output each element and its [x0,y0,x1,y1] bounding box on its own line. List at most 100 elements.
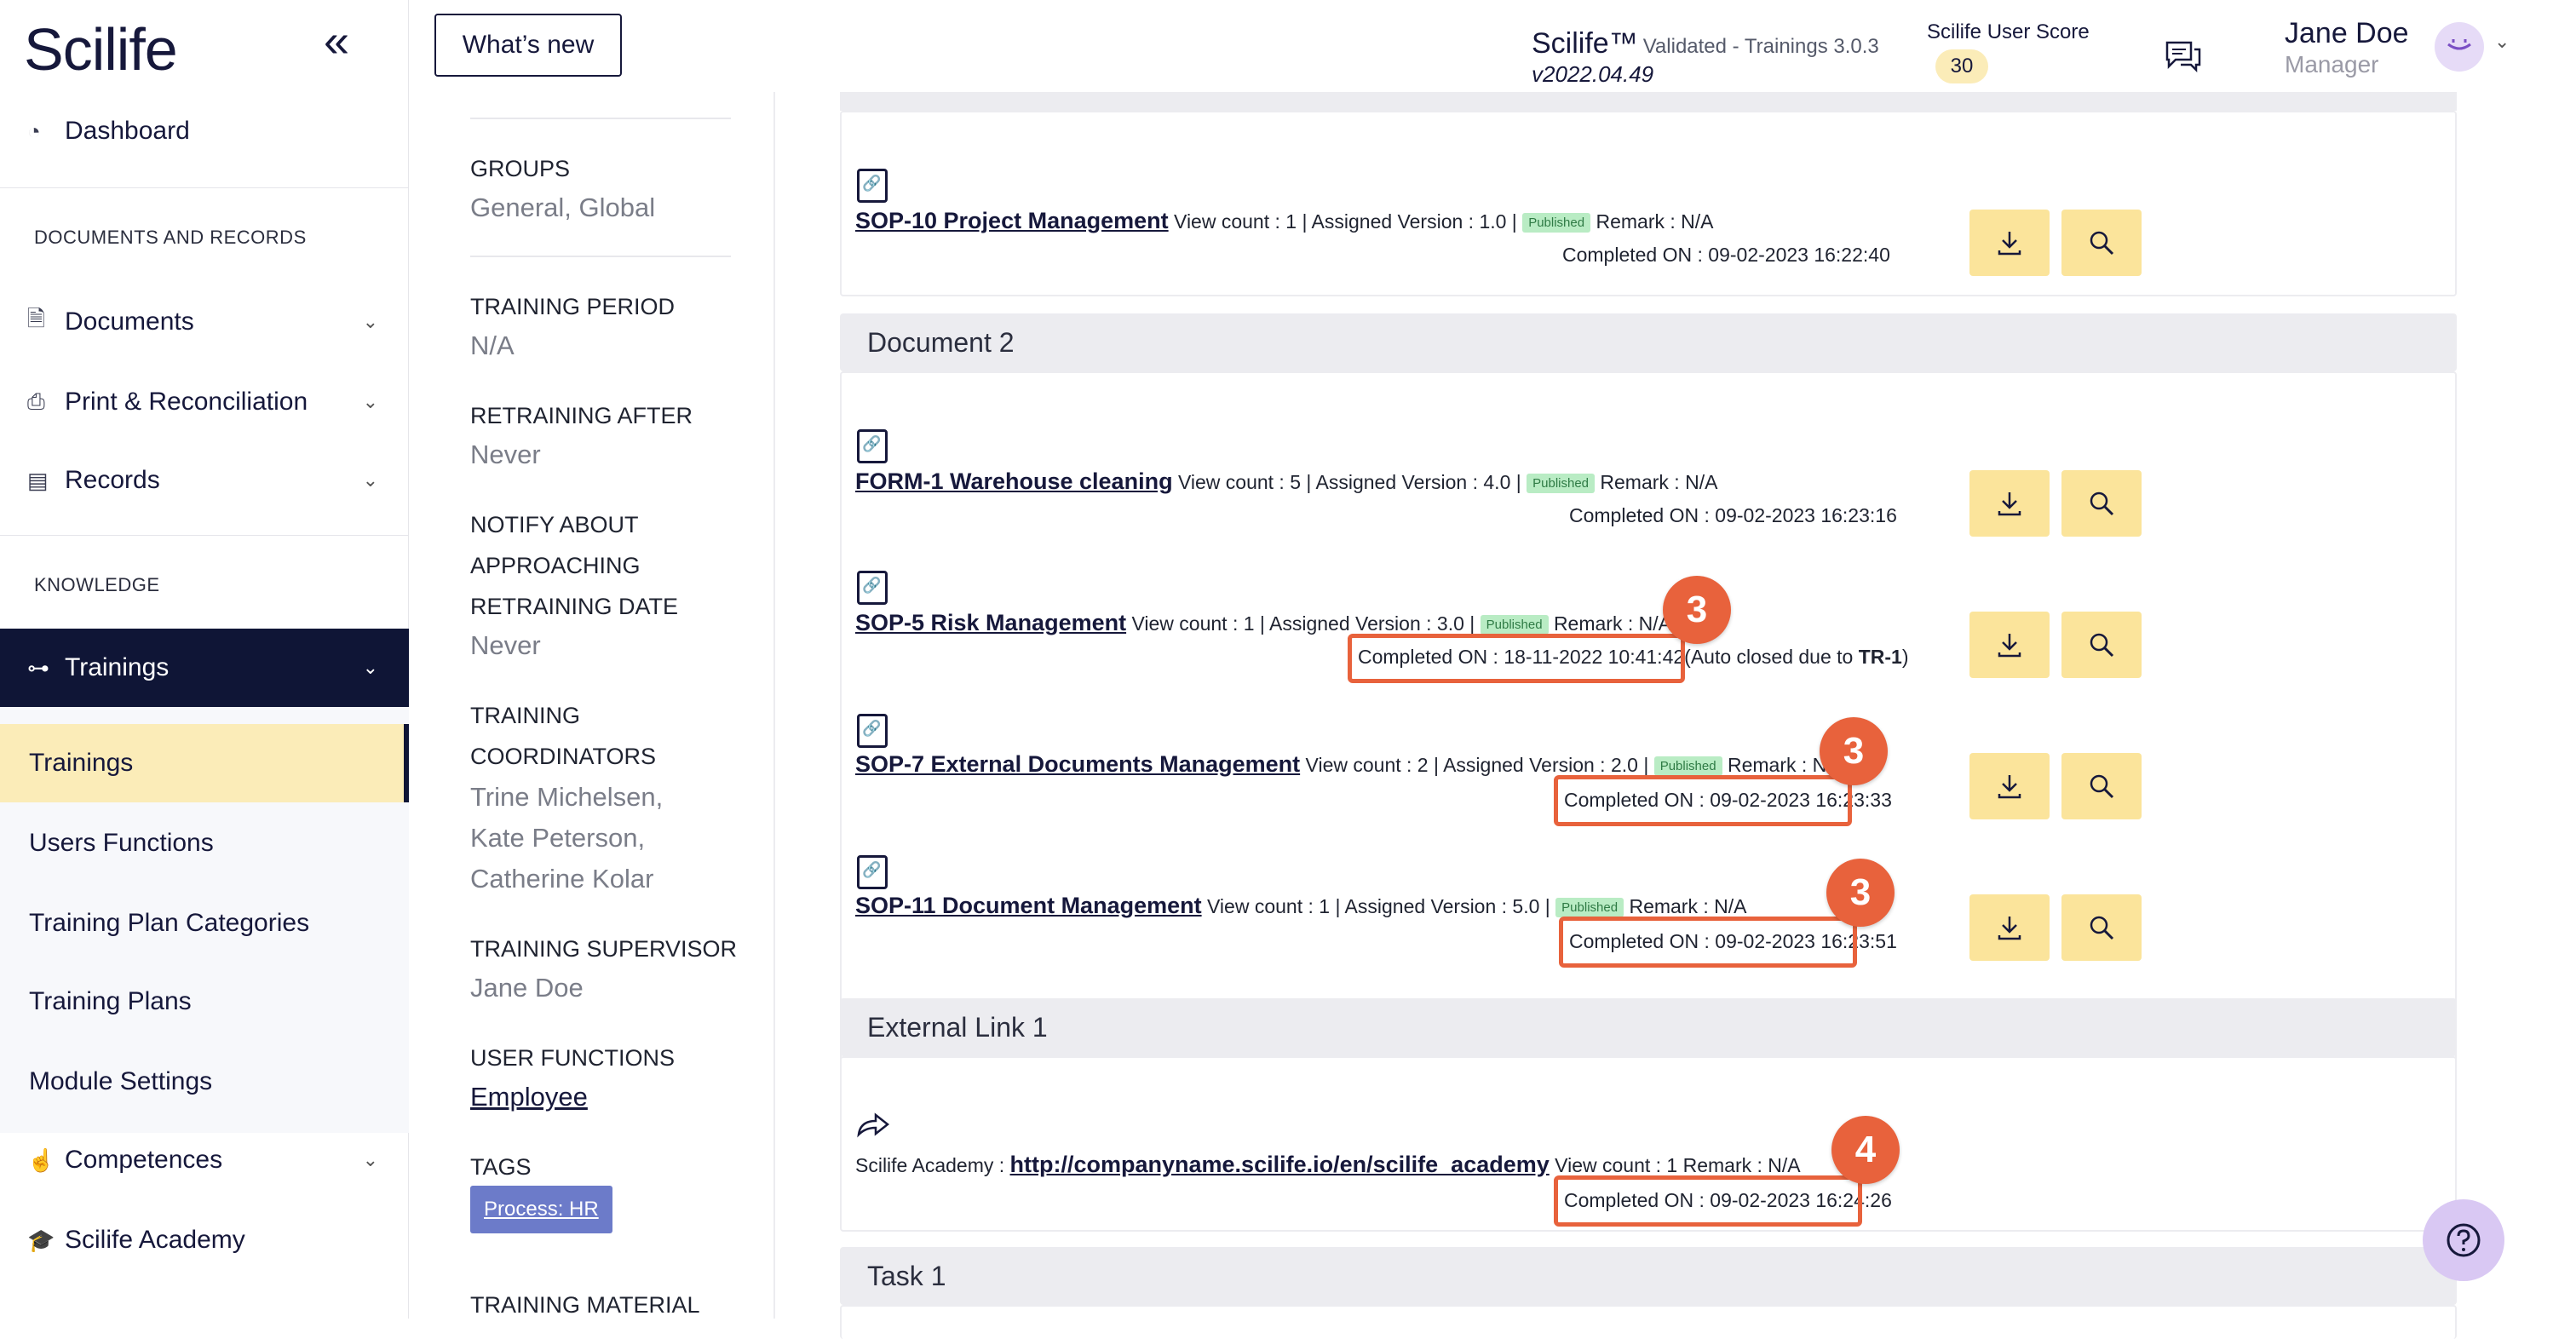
document-title-link[interactable]: SOP-11 Document Management [855,893,1202,918]
external-link-url[interactable]: http://companyname.scilife.io/en/scilife… [1010,1152,1550,1177]
coordinator-value: Trine Michelsen, [470,782,664,812]
chevron-down-icon: ⌄ [362,1149,378,1170]
sidebar-item-documents[interactable]: 🗎 Documents ⌄ [0,284,409,359]
document-remark: Remark : N/A [1629,895,1747,917]
top-header: What’s new Scilife™ Validated - Trainings… [409,0,2576,92]
auto-closed-note: (Auto closed due to [1684,646,1854,668]
notify-label: APPROACHING [470,553,641,578]
search-icon [2090,916,2114,940]
submenu-item-module-settings[interactable]: Module Settings [0,1043,409,1121]
document-remark: Remark : N/A [1553,612,1671,635]
user-score-label: Scilife User Score [1927,20,2090,43]
document-title-link[interactable]: SOP-5 Risk Management [855,610,1126,635]
view-button[interactable] [2061,470,2142,537]
user-role: Manager [2285,51,2379,78]
completed-on: Completed ON : 09-02-2023 16:22:40 [1562,244,1890,266]
sidebar-item-print-reconciliation[interactable]: ⎙ Print & Reconciliation ⌄ [0,365,409,440]
download-button[interactable] [1969,753,2050,819]
training-info-panel: GROUPS General, Global TRAINING PERIOD N… [426,92,775,1319]
external-link-row: Scilife Academy : http://companyname.sci… [855,1152,1801,1178]
competences-icon: ☝ [27,1146,55,1173]
retraining-after-value: Never [470,440,541,469]
document-icon: 🗎 [27,306,45,331]
app-version: v2022.04.49 [1532,61,1654,87]
divider [0,535,409,536]
document-row: SOP-5 Risk Management View count : 1 | A… [855,610,1671,636]
retraining-after-label: RETRAINING AFTER [470,403,693,428]
tags-label: TAGS [470,1154,532,1180]
coordinator-value: Catherine Kolar [470,864,654,894]
document-meta: View count : 2 | Assigned Version : 2.0 … [1305,754,1649,776]
download-icon [1998,232,2021,256]
submenu-item-trainings[interactable]: Trainings [0,724,409,802]
highlight-box [1348,634,1685,683]
collapse-sidebar-icon[interactable]: « [324,18,361,65]
document-meta: View count : 5 | Assigned Version : 4.0 … [1177,471,1521,493]
status-badge: Published [1522,213,1591,233]
training-material-label: TRAINING MATERIAL [470,1292,700,1318]
share-arrow-icon [857,1112,890,1138]
download-button[interactable] [1969,894,2050,961]
auto-closed-ref: TR-1 [1858,646,1902,668]
external-link-label: Scilife Academy : [855,1154,1005,1176]
sidebar-item-label: Records [65,466,160,494]
submenu-item-users-functions[interactable]: Users Functions [0,804,409,882]
submenu-item-training-plan-categories[interactable]: Training Plan Categories [0,884,409,963]
document-link-icon [857,169,888,203]
download-icon [1998,634,2021,658]
supervisor-label: TRAINING SUPERVISOR [470,936,738,962]
sidebar-item-dashboard[interactable]: ◔ Dashboard [0,94,409,169]
section-header-external-link: External Link 1 [840,998,2457,1056]
user-name[interactable]: Jane Doe [2285,17,2409,50]
highlight-box [1554,1175,1862,1227]
status-badge: Published [1527,474,1596,494]
view-button[interactable] [2061,753,2142,819]
document-title-link[interactable]: SOP-7 External Documents Management [855,751,1300,777]
coordinators-label: COORDINATORS [470,744,657,769]
tag-chip[interactable]: Process: HR [470,1186,612,1233]
sidebar-item-label: Dashboard [65,117,190,145]
records-icon: ▤ [27,467,49,493]
download-button[interactable] [1969,470,2050,537]
sidebar: Scilife « ◔ Dashboard DOCUMENTS AND RECO… [0,0,409,1319]
task-card [840,1305,2457,1339]
sidebar-item-trainings[interactable]: ⊶ Trainings ⌄ [0,629,409,707]
question-mark-icon [2447,1223,2481,1257]
feedback-icon[interactable] [2164,39,2203,73]
document-remark: Remark : N/A [1596,210,1714,233]
sidebar-item-records[interactable]: ▤ Records ⌄ [0,443,409,518]
section-header-task-1: Task 1 [840,1247,2457,1305]
help-button[interactable] [2423,1199,2504,1281]
download-icon [1998,917,2021,940]
sidebar-item-scilife-academy[interactable]: 🎓 Scilife Academy [0,1203,409,1278]
document-row: SOP-7 External Documents Management View… [855,751,1845,778]
chevron-down-icon[interactable]: ⌄ [2494,31,2510,53]
download-button[interactable] [1969,210,2050,276]
section-header-cut [840,92,2457,111]
step-badge: 3 [1663,576,1731,644]
document-remark: Remark : N/A [1600,471,1718,493]
view-button[interactable] [2061,894,2142,961]
avatar-face-icon [2447,39,2471,50]
divider [470,256,731,257]
training-period-value: N/A [470,330,515,360]
document-title-link[interactable]: FORM-1 Warehouse cleaning [855,468,1173,494]
view-button[interactable] [2061,210,2142,276]
download-icon [1998,492,2021,516]
user-function-link[interactable]: Employee [470,1077,588,1118]
chevron-down-icon: ⌄ [362,657,378,678]
divider [0,187,409,188]
document-meta: View count : 1 | Assigned Version : 1.0 … [1174,210,1517,233]
document-title-link[interactable]: SOP-10 Project Management [855,208,1169,233]
app-name: Scilife™ Validated - Trainings 3.0.3 [1532,27,1879,60]
sidebar-item-label: Scilife Academy [65,1226,245,1254]
view-button[interactable] [2061,612,2142,678]
submenu-item-training-plans[interactable]: Training Plans [0,963,409,1041]
download-button[interactable] [1969,612,2050,678]
sidebar-item-competences[interactable]: ☝ Competences ⌄ [0,1123,409,1198]
document-meta: View count : 1 | Assigned Version : 3.0 … [1131,612,1475,635]
highlight-box [1559,917,1857,968]
avatar[interactable] [2435,22,2484,72]
whats-new-button[interactable]: What’s new [434,14,622,77]
groups-label: GROUPS [470,156,571,181]
